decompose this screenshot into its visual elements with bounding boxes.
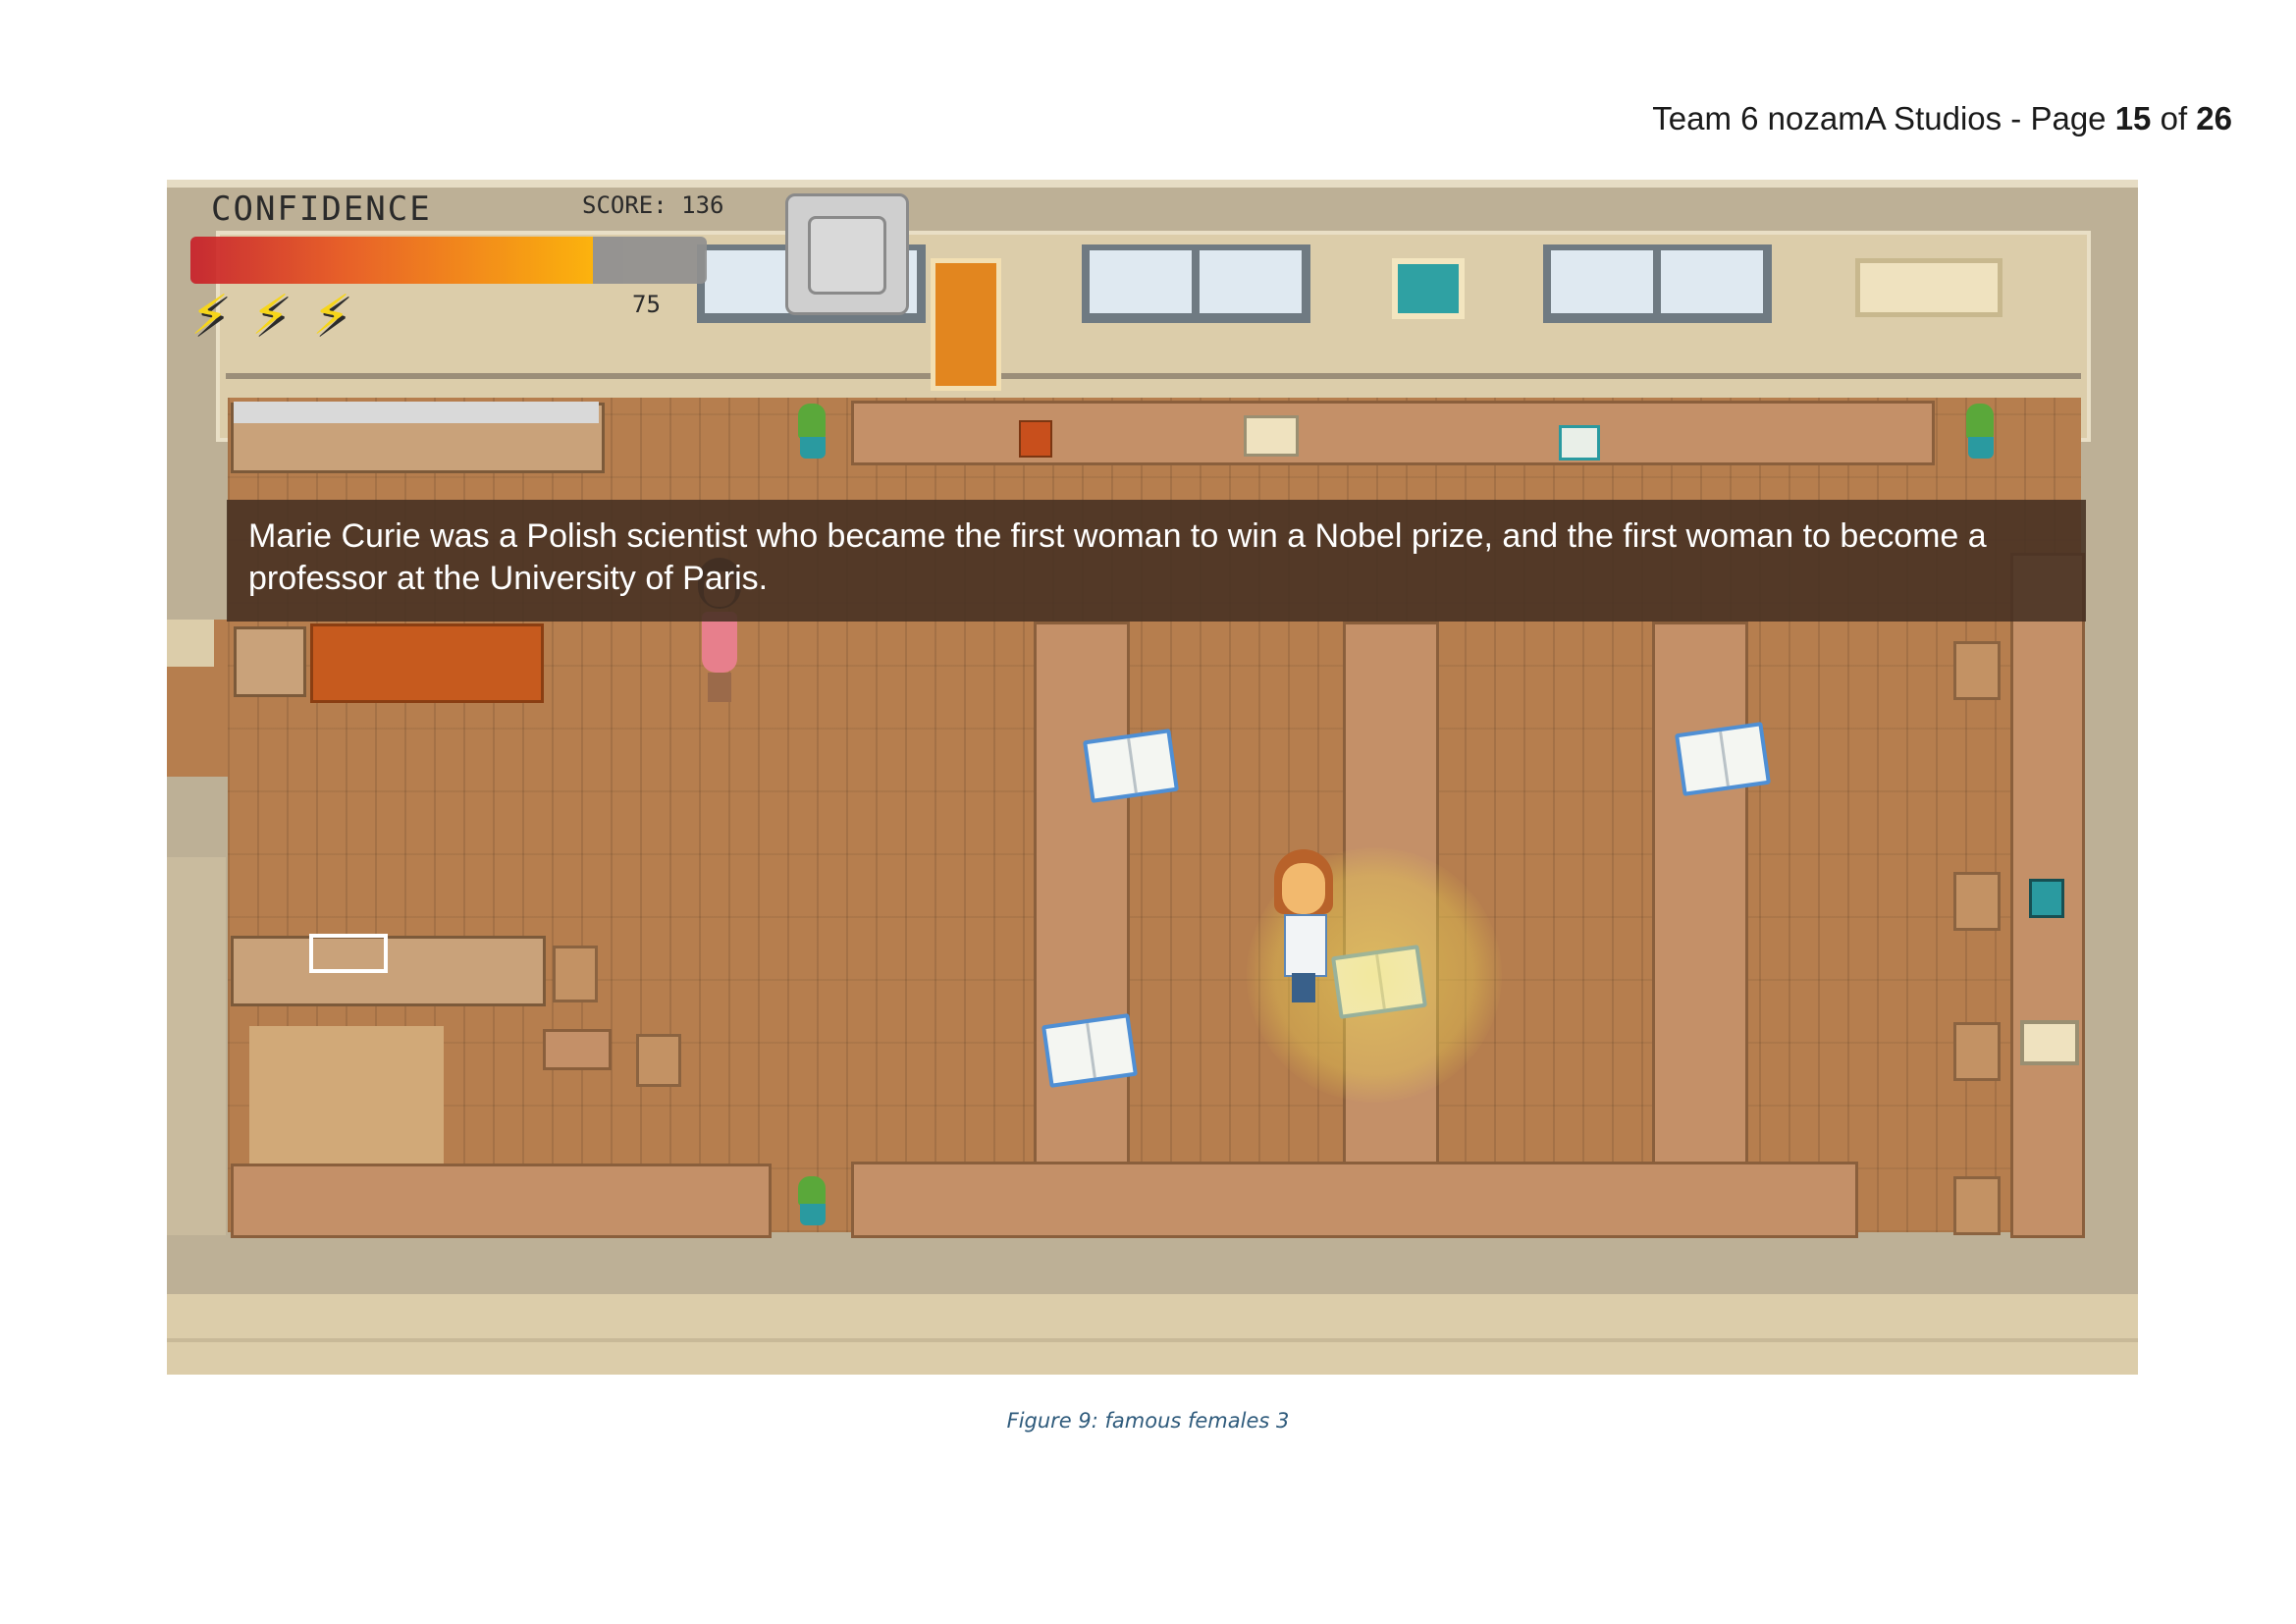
counter-item-red	[1019, 420, 1052, 458]
bookshelf	[234, 626, 306, 697]
secondary-counter: 75	[632, 291, 661, 318]
collectible-book[interactable]	[1041, 1013, 1139, 1088]
confidence-bar-fill	[190, 237, 594, 284]
page-header-of: of	[2151, 100, 2197, 136]
page-total: 26	[2196, 100, 2232, 136]
dialog-box[interactable]: Marie Curie was a Polish scientist who b…	[227, 500, 2086, 622]
pause-button-icon	[808, 216, 886, 295]
chair	[553, 946, 598, 1002]
wall-painting	[1392, 258, 1465, 319]
player-legs	[1292, 973, 1315, 1002]
chair	[1953, 1176, 2001, 1235]
left-wall-panel	[167, 620, 214, 667]
plant-pot	[1968, 437, 1994, 459]
selected-shelf-highlight	[309, 934, 388, 973]
chair	[1953, 641, 2001, 700]
bottom-wall	[167, 1294, 2138, 1375]
window	[1082, 244, 1310, 323]
confidence-bar	[190, 237, 707, 284]
small-table	[543, 1029, 612, 1070]
dialog-text: Marie Curie was a Polish scientist who b…	[248, 517, 1987, 597]
wall-trim	[226, 373, 2081, 379]
lightning-icon: ⚡	[190, 284, 230, 348]
counter-item-map	[1244, 415, 1299, 457]
orange-rug	[310, 623, 544, 703]
chair	[1953, 1022, 2001, 1081]
npc-legs	[708, 673, 731, 702]
plant-pot	[800, 437, 826, 459]
reading-counter	[851, 401, 1935, 465]
chair	[1953, 872, 2001, 931]
pause-button[interactable]	[785, 193, 909, 315]
door	[931, 258, 1001, 391]
teal-book	[2029, 879, 2064, 918]
player-body	[1284, 914, 1327, 977]
player-character[interactable]	[1272, 849, 1335, 1006]
confidence-label: CONFIDENCE	[211, 189, 432, 229]
score-display: SCORE: 136	[582, 191, 724, 219]
figure-caption: Figure 9: famous females 3	[1006, 1409, 1290, 1433]
bookshelf-row	[231, 936, 546, 1006]
player-face	[1282, 863, 1325, 914]
page-header-prefix: Team 6 nozamA Studios - Page	[1652, 100, 2115, 136]
plant-pot	[800, 1204, 826, 1225]
sand-rug	[249, 1026, 444, 1164]
map-scroll	[2020, 1020, 2079, 1065]
wall-map	[1855, 258, 2002, 317]
reading-table	[1652, 622, 1748, 1236]
plant	[1966, 404, 1994, 439]
collectible-book[interactable]	[1082, 729, 1180, 803]
lightning-icon: ⚡	[312, 284, 351, 348]
bottom-wall-trim	[167, 1338, 2138, 1342]
window	[1543, 244, 1772, 323]
page-header: Team 6 nozamA Studios - Page 15 of 26	[1652, 100, 2232, 137]
outer-wall-frame	[167, 180, 2138, 188]
reading-table	[1034, 622, 1130, 1236]
counter-item-book	[1559, 425, 1600, 460]
page-number: 15	[2114, 100, 2152, 136]
chair	[636, 1034, 681, 1087]
plant	[798, 1176, 826, 1206]
lightning-icon: ⚡	[251, 284, 291, 348]
bottom-table	[851, 1162, 1858, 1238]
game-screenshot: CONFIDENCE SCORE: 136 ⚡ ⚡ ⚡ 75 Marie Cur…	[167, 180, 2138, 1375]
left-wall-lower	[167, 857, 226, 1235]
plant	[798, 404, 826, 439]
long-bench	[231, 1164, 772, 1238]
counter-top	[234, 402, 599, 423]
collectible-book[interactable]	[1674, 722, 1772, 796]
